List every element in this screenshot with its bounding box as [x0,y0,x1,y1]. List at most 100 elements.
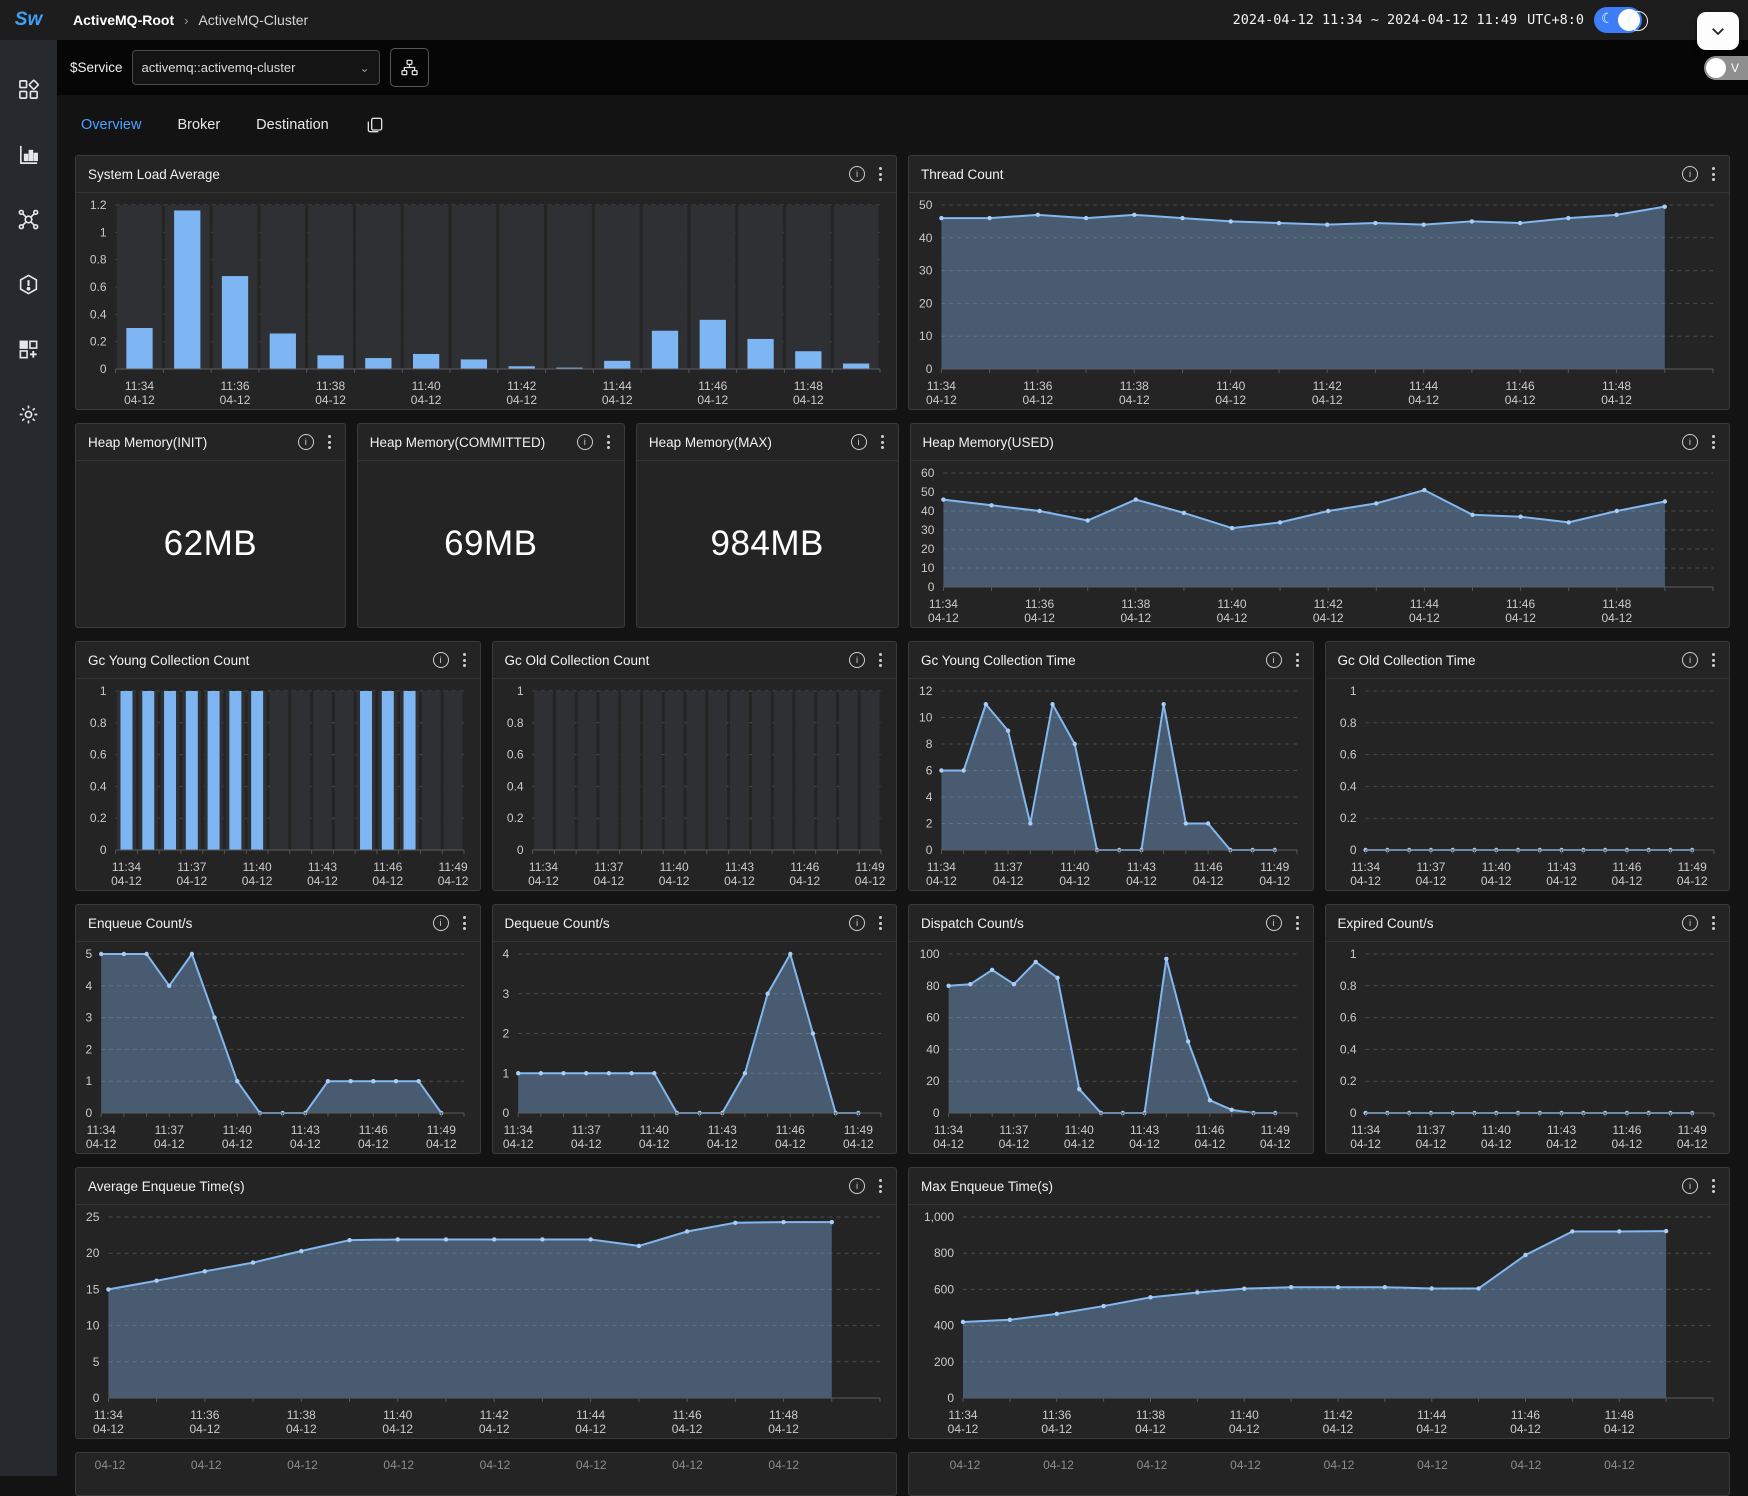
expired-chart[interactable]: 00.20.40.60.8111:3404-1211:3704-1211:400… [1326,942,1730,1153]
thread-count-chart[interactable]: 0102030405011:3404-1211:3604-1211:3804-1… [909,193,1729,409]
svg-text:0.4: 0.4 [90,779,107,793]
kebab-menu-icon[interactable] [605,433,612,451]
svg-text:04-12: 04-12 [926,393,957,407]
moon-icon: ☾ [1601,10,1614,27]
top-header: ActiveMQ-Root › ActiveMQ-Cluster 2024-04… [57,0,1748,40]
svg-text:0.8: 0.8 [90,716,107,730]
svg-text:11:44: 11:44 [603,379,632,393]
bar-chart-icon[interactable] [17,143,40,171]
copy-dashboard-icon[interactable] [365,115,385,135]
system-load-chart[interactable]: 00.20.40.60.811.211:3404-1211:3604-1211:… [76,193,896,409]
svg-text:04-12: 04-12 [189,1422,220,1436]
svg-text:04-12: 04-12 [382,1422,413,1436]
breadcrumb-root[interactable]: ActiveMQ-Root [73,12,174,28]
svg-text:800: 800 [934,1246,954,1260]
svg-text:04-12: 04-12 [1604,1458,1635,1472]
view-toggle[interactable]: V [1704,56,1748,80]
settings-gear-icon[interactable] [17,403,40,431]
svg-text:04-12: 04-12 [1120,611,1151,625]
kebab-menu-icon[interactable] [1294,914,1301,932]
max-enqueue-time-chart[interactable]: 02004006008001,00011:3404-1211:3604-1211… [909,1205,1729,1438]
breadcrumb-separator: › [184,13,188,28]
enqueue-chart[interactable]: 01234511:3404-1211:3704-1211:4004-1211:4… [76,942,480,1153]
tab-broker[interactable]: Broker [177,117,220,133]
kebab-menu-icon[interactable] [326,433,333,451]
card-title: Enqueue Count/s [88,916,192,931]
info-icon[interactable]: i [849,1178,865,1194]
info-icon[interactable]: i [1682,166,1698,182]
info-icon[interactable]: i [1682,915,1698,931]
tab-overview[interactable]: Overview [81,117,141,133]
heap-used-chart[interactable]: 010203040506011:3404-1211:3604-1211:3804… [911,461,1729,627]
hierarchy-button[interactable] [390,48,429,87]
svg-text:04-12: 04-12 [706,1137,737,1151]
svg-text:11:48: 11:48 [794,379,823,393]
info-icon[interactable]: i [1266,652,1282,668]
marketplace-icon[interactable] [17,78,40,106]
svg-text:11:34: 11:34 [125,379,154,393]
info-icon[interactable]: i [1682,1178,1698,1194]
svg-text:11:34: 11:34 [1351,860,1380,874]
gc-old-count-chart[interactable]: 00.20.40.60.8111:3404-1211:3704-1211:400… [493,679,897,890]
info-icon[interactable]: i [433,652,449,668]
gc-young-time-chart[interactable]: 02468101211:3404-1211:3704-1211:4004-121… [909,679,1313,890]
kebab-menu-icon[interactable] [461,651,468,669]
kebab-menu-icon[interactable] [1710,433,1717,451]
svg-text:11:46: 11:46 [790,860,819,874]
svg-text:04-12: 04-12 [480,1458,511,1472]
dispatch-chart[interactable]: 02040608010011:3404-1211:3704-1211:4004-… [909,942,1313,1153]
avg-enqueue-time-chart[interactable]: 051015202511:3404-1211:3604-1211:3804-12… [76,1205,896,1438]
gc-young-count-chart[interactable]: 00.20.40.60.8111:3404-1211:3704-1211:400… [76,679,480,890]
svg-text:04-12: 04-12 [1216,611,1247,625]
kebab-menu-icon[interactable] [877,165,884,183]
service-select[interactable]: activemq::activemq-cluster ⌄ [132,50,380,85]
svg-text:04-12: 04-12 [191,1458,222,1472]
svg-text:04-12: 04-12 [1129,1137,1160,1151]
svg-text:11:42: 11:42 [480,1408,509,1422]
svg-text:2: 2 [86,1042,93,1056]
card-title: Dequeue Count/s [505,916,610,931]
time-range-picker[interactable]: 2024-04-12 11:34 ~ 2024-04-12 11:49 [1233,12,1517,28]
info-icon[interactable]: i [849,915,865,931]
svg-text:04-12: 04-12 [1601,393,1632,407]
info-icon[interactable]: i [1682,434,1698,450]
header-info-icon[interactable]: i [1628,11,1648,31]
info-icon[interactable]: i [577,434,593,450]
svg-text:04-12: 04-12 [1601,611,1632,625]
svg-text:11:36: 11:36 [190,1408,219,1422]
tab-destination[interactable]: Destination [256,117,329,133]
card-title: Heap Memory(MAX) [649,435,772,450]
svg-text:11:40: 11:40 [659,860,688,874]
info-icon[interactable]: i [849,652,865,668]
svg-text:11:36: 11:36 [220,379,249,393]
info-icon[interactable]: i [433,915,449,931]
svg-text:11:44: 11:44 [1417,1408,1446,1422]
kebab-menu-icon[interactable] [1710,914,1717,932]
kebab-menu-icon[interactable] [461,914,468,932]
kebab-menu-icon[interactable] [877,914,884,932]
alerting-icon[interactable] [17,273,40,301]
kebab-menu-icon[interactable] [1710,1177,1717,1195]
kebab-menu-icon[interactable] [1710,165,1717,183]
svg-text:04-12: 04-12 [1676,1137,1707,1151]
svg-text:11:43: 11:43 [1130,1123,1159,1137]
collapse-header-button[interactable] [1697,12,1739,50]
gc-old-time-chart[interactable]: 00.20.40.60.8111:3404-1211:3704-1211:400… [1326,679,1730,890]
info-icon[interactable]: i [298,434,314,450]
kebab-menu-icon[interactable] [1710,651,1717,669]
breadcrumb-current: ActiveMQ-Cluster [198,12,308,28]
info-icon[interactable]: i [851,434,867,450]
kebab-menu-icon[interactable] [879,433,886,451]
kebab-menu-icon[interactable] [877,651,884,669]
topology-icon[interactable] [17,208,40,236]
info-icon[interactable]: i [849,166,865,182]
kebab-menu-icon[interactable] [1294,651,1301,669]
dequeue-chart[interactable]: 0123411:3404-1211:3704-1211:4004-1211:43… [493,942,897,1153]
svg-text:0.8: 0.8 [1339,716,1356,730]
svg-text:1: 1 [1349,684,1356,698]
svg-text:0.2: 0.2 [1339,811,1356,825]
info-icon[interactable]: i [1266,915,1282,931]
info-icon[interactable]: i [1682,652,1698,668]
dashboards-icon[interactable] [17,338,40,366]
kebab-menu-icon[interactable] [877,1177,884,1195]
